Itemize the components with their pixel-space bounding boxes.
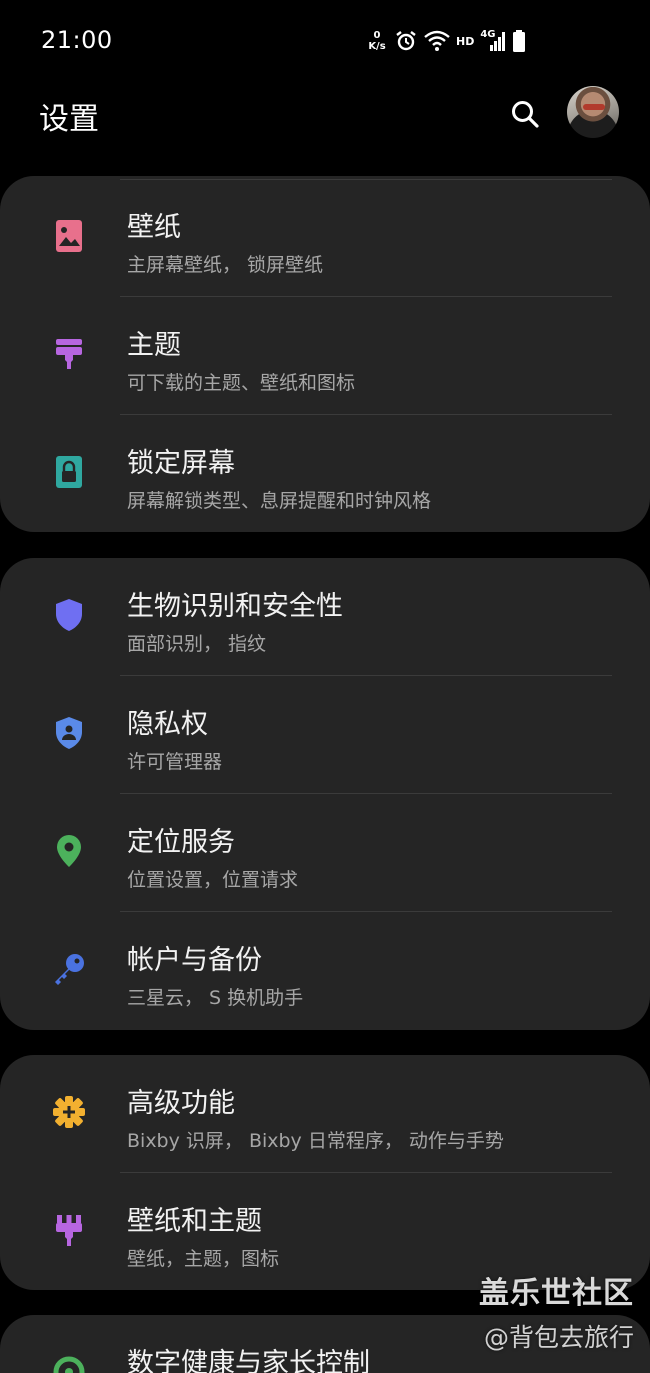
settings-item-subtitle: 许可管理器 <box>127 751 223 773</box>
settings-item-subtitle: 面部识别， 指纹 <box>127 633 267 655</box>
settings-item-accounts-backup[interactable]: 帐户与备份 三星云， S 换机助手 <box>0 912 650 1030</box>
page-title: 设置 <box>39 102 99 137</box>
app-header: 设置 <box>0 80 650 160</box>
settings-item-subtitle: 屏幕解锁类型、息屏提醒和时钟风格 <box>127 490 432 512</box>
wallpaper-icon <box>50 217 88 255</box>
network-speed-unit: K/s <box>368 41 386 52</box>
profile-avatar[interactable] <box>567 86 619 138</box>
settings-item-subtitle: 主屏幕壁纸， 锁屏壁纸 <box>127 254 324 276</box>
status-time: 21:00 <box>41 26 113 54</box>
settings-item-title: 高级功能 <box>127 1088 235 1119</box>
settings-group-security: 生物识别和安全性 面部识别， 指纹 隐私权 许可管理器 定位服务 位置设置，位置… <box>0 558 650 1030</box>
settings-item-title: 生物识别和安全性 <box>127 591 343 622</box>
avatar-image <box>583 104 605 110</box>
settings-item-subtitle: 可下载的主题、壁纸和图标 <box>127 372 356 394</box>
settings-item-title: 主题 <box>127 330 181 361</box>
settings-item-title: 壁纸和主题 <box>127 1206 262 1237</box>
search-icon <box>512 101 539 128</box>
settings-item-privacy[interactable]: 隐私权 许可管理器 <box>0 676 650 794</box>
signal-icon: 4G <box>480 29 506 53</box>
settings-item-wallpaper[interactable]: 壁纸 主屏幕壁纸， 锁屏壁纸 <box>0 179 650 297</box>
settings-group-wellbeing: 数字健康与家长控制 <box>0 1315 650 1373</box>
settings-item-subtitle: 三星云， S 换机助手 <box>127 987 304 1009</box>
settings-item-themes[interactable]: 主题 可下载的主题、壁纸和图标 <box>0 297 650 415</box>
settings-item-title: 隐私权 <box>127 709 208 740</box>
shield-icon <box>50 596 88 634</box>
network-speed-value: 0 <box>373 30 381 41</box>
wifi-icon <box>424 30 450 52</box>
network-speed-indicator: 0 K/s <box>366 30 388 52</box>
settings-group-display: 壁纸 主屏幕壁纸， 锁屏壁纸 主题 可下载的主题、壁纸和图标 锁定屏幕 屏幕解锁… <box>0 176 650 532</box>
settings-item-advanced-features[interactable]: 高级功能 Bixby 识屏， Bixby 日常程序， 动作与手势 <box>0 1055 650 1173</box>
settings-group-advanced: 高级功能 Bixby 识屏， Bixby 日常程序， 动作与手势 壁纸和主题 壁… <box>0 1055 650 1290</box>
settings-item-subtitle: 壁纸，主题，图标 <box>127 1248 280 1270</box>
status-bar: 21:00 0 K/s HD 4G <box>0 0 650 80</box>
settings-item-biometrics[interactable]: 生物识别和安全性 面部识别， 指纹 <box>0 558 650 676</box>
advanced-gear-icon <box>50 1093 88 1131</box>
settings-item-subtitle: Bixby 识屏， Bixby 日常程序， 动作与手势 <box>127 1130 504 1152</box>
status-icons: 0 K/s HD 4G <box>366 27 526 55</box>
wallpaper-theme-icon <box>50 1211 88 1249</box>
settings-item-wallpaper-themes[interactable]: 壁纸和主题 壁纸，主题，图标 <box>0 1173 650 1290</box>
settings-item-title: 定位服务 <box>127 827 235 858</box>
settings-item-digital-wellbeing[interactable]: 数字健康与家长控制 <box>0 1315 650 1373</box>
settings-item-title: 帐户与备份 <box>127 945 262 976</box>
privacy-shield-icon <box>50 714 88 752</box>
settings-item-lock-screen[interactable]: 锁定屏幕 屏幕解锁类型、息屏提醒和时钟风格 <box>0 415 650 532</box>
settings-item-title: 壁纸 <box>127 212 181 243</box>
settings-screen: 21:00 0 K/s HD 4G 设置 壁纸 主屏幕壁纸， 锁屏壁纸 主题 可… <box>0 0 650 1373</box>
search-button[interactable] <box>505 94 545 134</box>
settings-item-title: 锁定屏幕 <box>127 448 235 479</box>
key-icon <box>50 950 88 988</box>
alarm-icon <box>394 29 418 53</box>
battery-icon <box>512 29 526 53</box>
theme-brush-icon <box>50 335 88 373</box>
digital-wellbeing-icon <box>50 1353 88 1373</box>
settings-item-location[interactable]: 定位服务 位置设置，位置请求 <box>0 794 650 912</box>
location-pin-icon <box>50 832 88 870</box>
settings-item-subtitle: 位置设置，位置请求 <box>127 869 299 891</box>
lock-screen-icon <box>50 453 88 491</box>
settings-item-title: 数字健康与家长控制 <box>127 1348 370 1373</box>
hd-voice-label: HD <box>456 34 475 48</box>
